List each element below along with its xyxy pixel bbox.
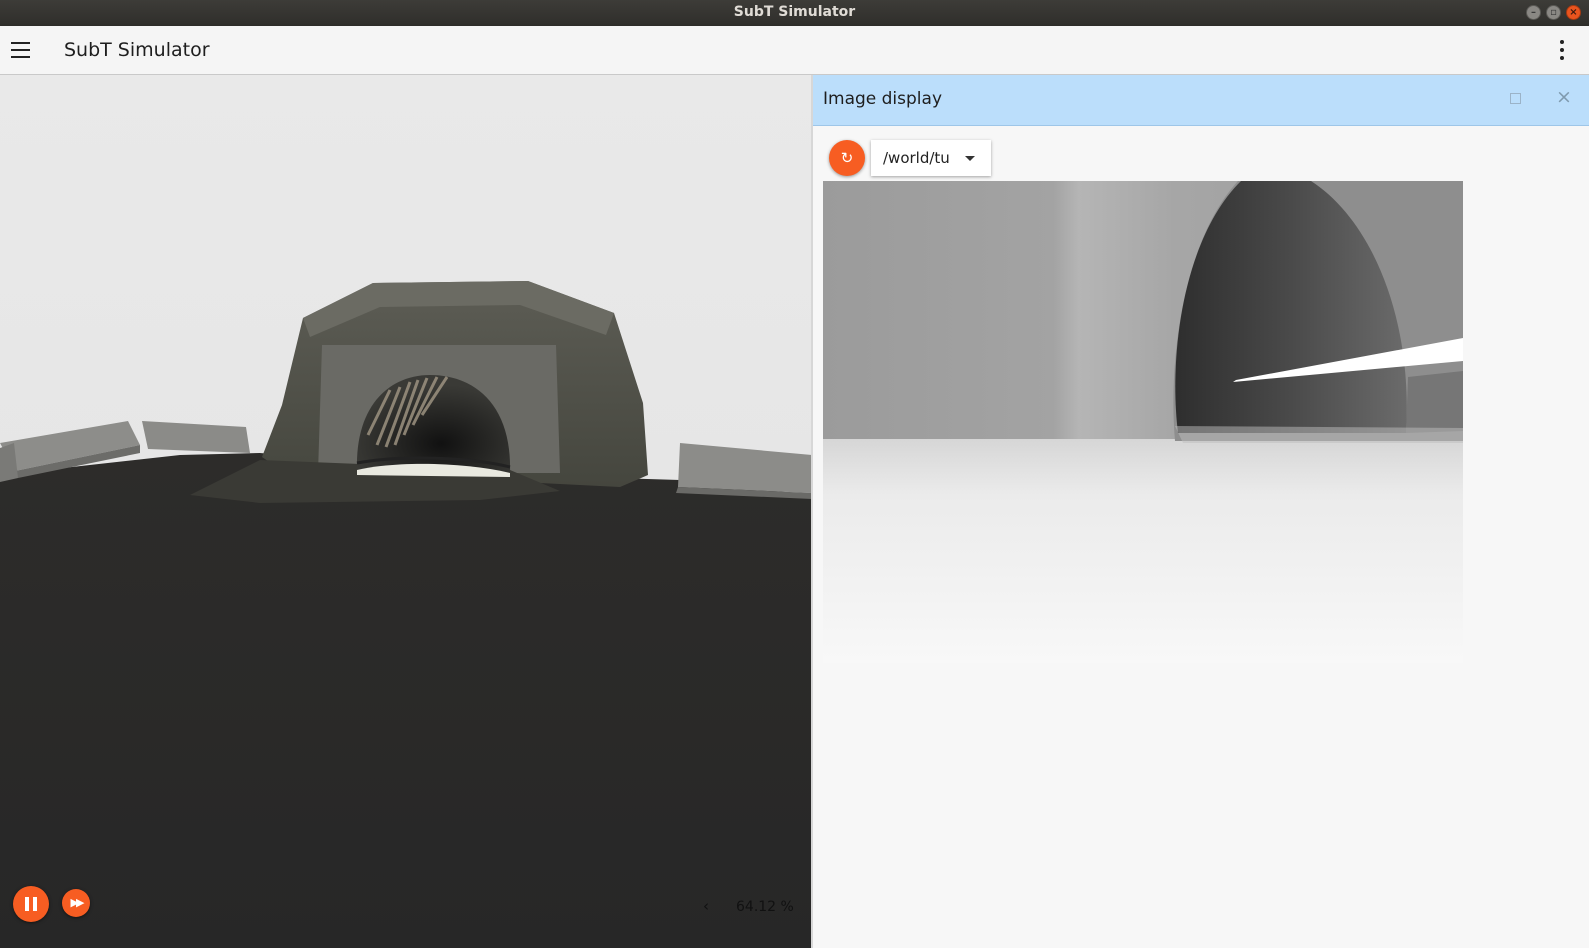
window-title: SubT Simulator [733,4,856,20]
maximize-window-icon[interactable]: ▫ [1546,5,1561,20]
maximize-icon[interactable] [1510,93,1521,104]
camera-image [823,181,1463,663]
fast-forward-button[interactable]: ▶▶ [62,889,90,917]
topic-dropdown[interactable]: /world/tu [871,140,991,176]
dropdown-arrow-icon [965,156,975,161]
pause-button[interactable] [13,886,49,922]
fast-forward-icon: ▶▶ [70,896,85,909]
chevron-left-icon[interactable]: ‹ [703,897,709,915]
window-titlebar: SubT Simulator – ▫ × [0,0,1589,26]
refresh-icon: ↻ [840,149,854,167]
pause-icon-bar [33,897,37,911]
refresh-button[interactable]: ↻ [829,140,865,176]
minimize-window-icon[interactable]: – [1526,5,1541,20]
app-title: SubT Simulator [64,39,210,61]
scene-3d-viewport[interactable]: ▶▶ ‹ 64.12 % [0,75,812,948]
real-time-factor: 64.12 % [736,899,794,915]
image-display-header: Image display × [813,75,1589,126]
more-vert-icon[interactable] [1559,40,1565,62]
topic-value: /world/tu [883,149,950,167]
close-icon[interactable]: × [1556,86,1572,108]
pause-icon [25,897,29,911]
app-toolbar: SubT Simulator [0,26,1589,75]
close-window-icon[interactable]: × [1566,5,1581,20]
image-display-panel: Image display × ↻ /world/tu [813,75,1589,948]
hamburger-menu-icon[interactable] [11,42,30,58]
panel-title: Image display [823,89,943,109]
tunnel-scene-render [0,75,812,948]
